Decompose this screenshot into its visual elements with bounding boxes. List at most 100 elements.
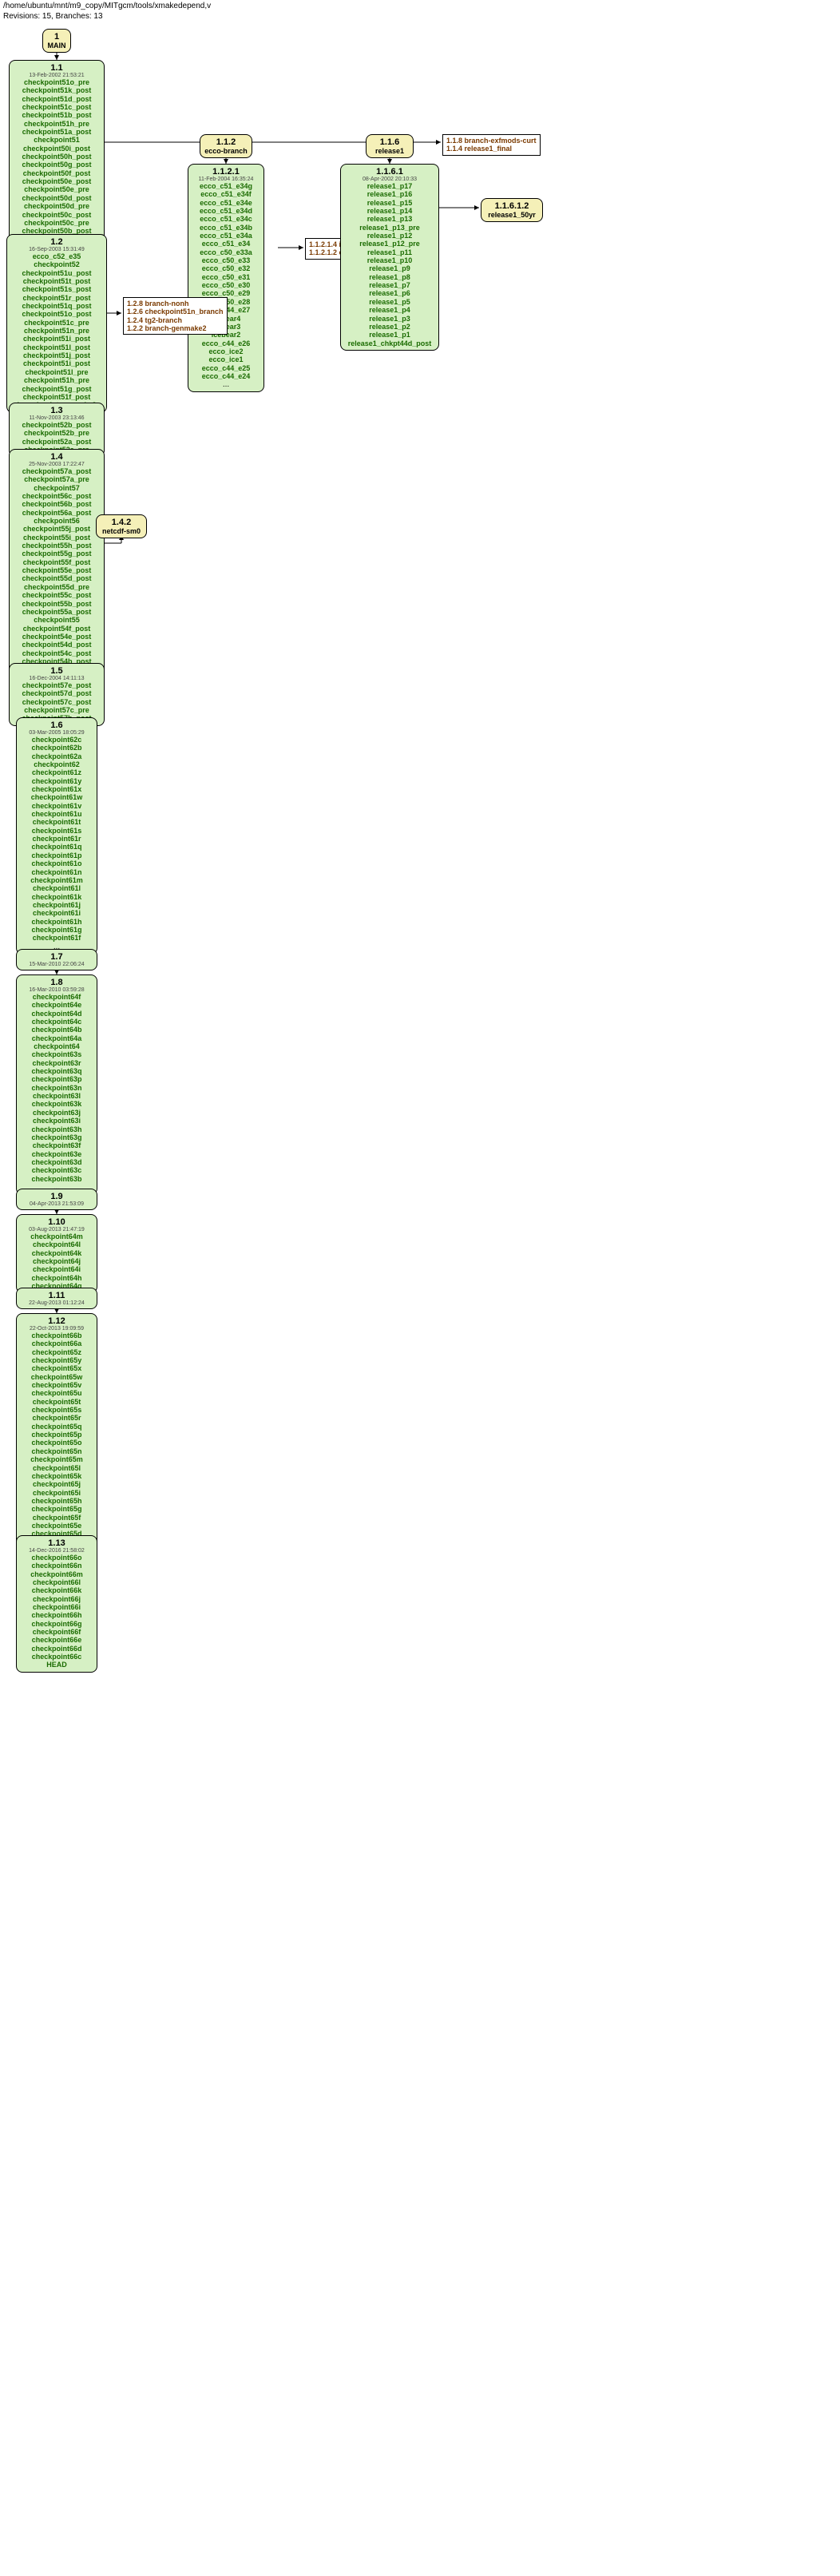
node-1-6[interactable]: 1.6 03-Mar-2005 18:05:29 checkpoint62c c…: [16, 717, 97, 955]
revision-graph: 1 MAIN 1.1 13-Feb-2002 21:53:21 checkpoi…: [0, 24, 840, 2572]
node-main[interactable]: 1 MAIN: [42, 29, 71, 53]
tag: release1_p13_pre: [344, 224, 435, 232]
tag: checkpoint64e: [20, 1001, 93, 1009]
branch-line: 1.2.4 tg2-branch: [127, 316, 224, 324]
node-1-4[interactable]: 1.4 25-Nov-2003 17:22:47 checkpoint57a_p…: [9, 449, 105, 686]
rev: 1.4.2: [100, 518, 143, 527]
tag: ecco_ice2: [192, 347, 260, 355]
rev: 1.1.2.1: [192, 167, 260, 177]
tag: checkpoint63g: [20, 1133, 93, 1141]
tag: release1_p13: [344, 215, 435, 223]
rev: 1.1.2: [204, 137, 248, 147]
tag: checkpoint66b: [20, 1332, 93, 1340]
tag: HEAD: [20, 1661, 93, 1669]
node-1-5[interactable]: 1.5 16-Dec-2004 14:11:13 checkpoint57e_p…: [9, 663, 105, 726]
tag: checkpoint51k_post: [13, 86, 101, 94]
tag: checkpoint63r: [20, 1059, 93, 1067]
node-1-8[interactable]: 1.8 16-Mar-2010 03:59:28 checkpoint64f c…: [16, 974, 97, 1195]
tag: ecco_c50_e31: [192, 273, 260, 281]
tag: checkpoint65x: [20, 1364, 93, 1372]
tag: checkpoint51n_pre: [10, 327, 103, 335]
branch-line: 1.2.6 checkpoint51n_branch: [127, 308, 224, 316]
tag: checkpoint63f: [20, 1141, 93, 1149]
node-1-2[interactable]: 1.2 16-Sep-2003 15:31:49 ecco_c52_e35 ch…: [6, 234, 107, 413]
tag: checkpoint65f: [20, 1514, 93, 1522]
node-1-1-6-1[interactable]: 1.1.6.1 08-Apr-2002 20:10:33 release1_p1…: [340, 164, 439, 351]
tag: checkpoint65h: [20, 1497, 93, 1505]
node-1-1-2-1[interactable]: 1.1.2.1 11-Feb-2004 16:35:24 ecco_c51_e3…: [188, 164, 264, 392]
tag: checkpoint61t: [20, 818, 93, 826]
graph-edges: [0, 24, 840, 2572]
node-branch-netcdf-sm0[interactable]: 1.4.2 netcdf-sm0: [96, 514, 147, 538]
node-branch-release1-50yr[interactable]: 1.1.6.1.2 release1_50yr: [481, 198, 543, 222]
date: 08-Apr-2002 20:10:33: [344, 177, 435, 182]
tag: checkpoint61s: [20, 827, 93, 835]
tag: checkpoint63h: [20, 1125, 93, 1133]
branch-box-1-1-8[interactable]: 1.1.8 branch-exfmods-curt 1.1.4 release1…: [442, 134, 541, 156]
tag: release1_p3: [344, 315, 435, 323]
tag: checkpoint57a_post: [13, 467, 101, 475]
tag: checkpoint64: [20, 1042, 93, 1050]
tag: checkpoint64j: [20, 1257, 93, 1265]
tag: checkpoint50d_post: [13, 194, 101, 202]
tag: checkpoint61r: [20, 835, 93, 843]
tag: checkpoint63l: [20, 1092, 93, 1100]
tag: checkpoint61g: [20, 926, 93, 934]
tag: checkpoint64l: [20, 1240, 93, 1248]
tag: release1_p16: [344, 190, 435, 198]
node-branch-ecco[interactable]: 1.1.2 ecco-branch: [200, 134, 252, 158]
tag: checkpoint51c_pre: [10, 319, 103, 327]
tag: release1_p15: [344, 199, 435, 207]
tag: checkpoint65g: [20, 1505, 93, 1513]
tag: checkpoint50f_post: [13, 169, 101, 177]
tag: checkpoint61j: [20, 901, 93, 909]
tag: checkpoint61o: [20, 859, 93, 867]
tag: checkpoint57c_post: [13, 698, 101, 706]
tag: checkpoint62a: [20, 752, 93, 760]
file-path: /home/ubuntu/mnt/m9_copy/MITgcm/tools/xm…: [0, 0, 840, 12]
branch-box-1-2[interactable]: 1.2.8 branch-nonh 1.2.6 checkpoint51n_br…: [123, 297, 228, 335]
date: 16-Dec-2004 14:11:13: [13, 676, 101, 681]
date: 16-Mar-2010 03:59:28: [20, 987, 93, 993]
tag: release1_p17: [344, 182, 435, 190]
tag: checkpoint54e_post: [13, 633, 101, 641]
tag: checkpoint66h: [20, 1611, 93, 1619]
tag: checkpoint56b_post: [13, 500, 101, 508]
ellipsis: ...: [192, 380, 260, 389]
tag: release1_p1: [344, 331, 435, 339]
tag: checkpoint62b: [20, 744, 93, 752]
tag: checkpoint50c_post: [13, 211, 101, 219]
rev: 1.2: [10, 237, 103, 247]
tag: release1_p14: [344, 207, 435, 215]
date: 11-Feb-2004 16:35:24: [192, 177, 260, 182]
node-branch-release1[interactable]: 1.1.6 release1: [366, 134, 414, 158]
tag: checkpoint61f: [20, 934, 93, 942]
node-1-11[interactable]: 1.11 22-Aug-2013 01:12:24: [16, 1288, 97, 1309]
subtitle: Revisions: 15, Branches: 13: [0, 12, 840, 24]
tag: checkpoint64b: [20, 1026, 93, 1034]
tag: release1_p12: [344, 232, 435, 240]
tag: ecco_c44_e26: [192, 339, 260, 347]
rev: 1.6: [20, 720, 93, 730]
tag: checkpoint50g_post: [13, 161, 101, 169]
tag: checkpoint61h: [20, 918, 93, 926]
node-1-13[interactable]: 1.13 14-Dec-2016 21:58:02 checkpoint66o …: [16, 1535, 97, 1673]
rev: 1.1.6.1.2: [485, 201, 539, 211]
tag: checkpoint65j: [20, 1480, 93, 1488]
tag: ecco_c44_e24: [192, 372, 260, 380]
node-1-12[interactable]: 1.12 22-Oct-2013 19:09:59 checkpoint66b …: [16, 1313, 97, 1550]
node-1-7[interactable]: 1.7 15-Mar-2010 22:06:24: [16, 949, 97, 970]
tag: ecco_c50_e30: [192, 281, 260, 289]
rev: 1.1.6: [370, 137, 410, 147]
tag: checkpoint51l_pre: [10, 368, 103, 376]
tag: ecco_c51_e34g: [192, 182, 260, 190]
node-1-9[interactable]: 1.9 04-Apr-2013 21:53:09: [16, 1189, 97, 1210]
tag: checkpoint52a_post: [13, 438, 101, 446]
date: 13-Feb-2002 21:53:21: [13, 73, 101, 78]
rev: 1.1.6.1: [344, 167, 435, 177]
tag: checkpoint61l: [20, 884, 93, 892]
tag: checkpoint65i: [20, 1489, 93, 1497]
tag: checkpoint61m: [20, 876, 93, 884]
rev: 1.1: [13, 63, 101, 73]
node-1-10[interactable]: 1.10 03-Aug-2013 21:47:19 checkpoint64m …: [16, 1214, 97, 1293]
